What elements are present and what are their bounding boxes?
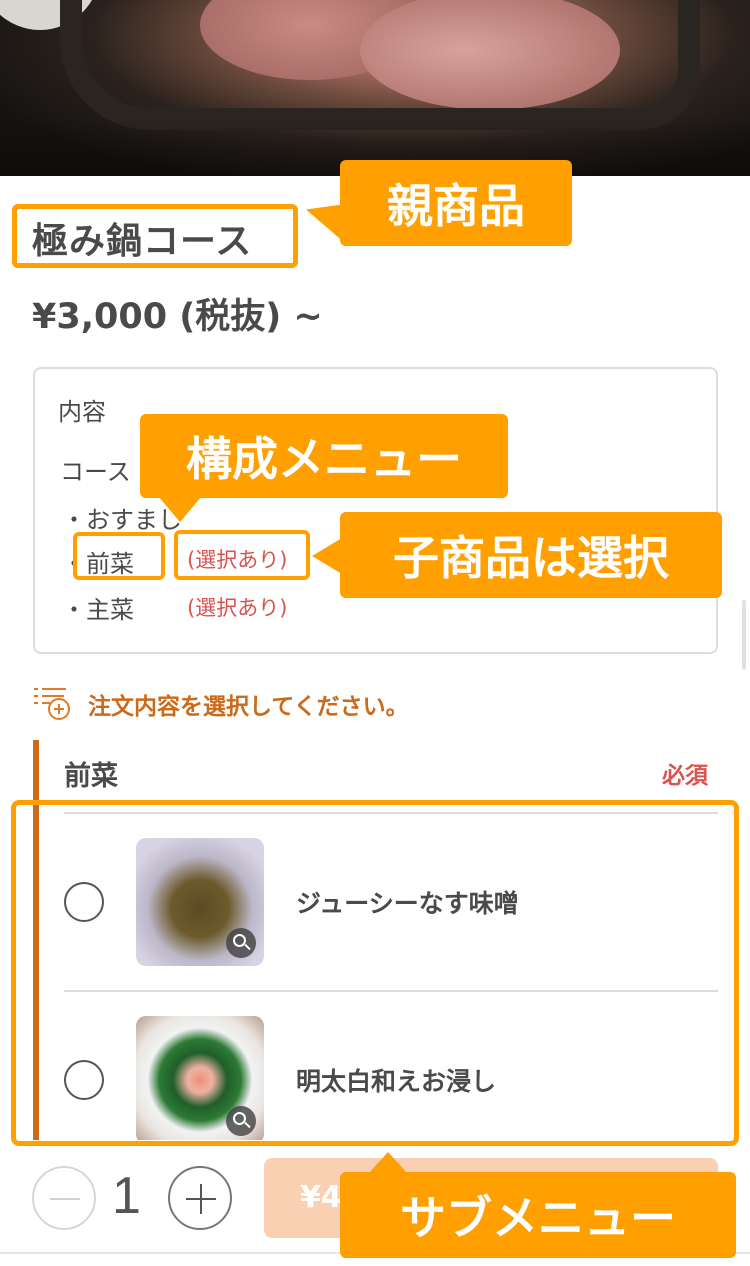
- selectable-note: (選択あり): [187, 596, 288, 620]
- annotation-parent-product: 親商品: [340, 160, 572, 246]
- scrollbar[interactable]: [742, 600, 746, 670]
- product-price: ¥3,000 (税抜) ~: [32, 297, 323, 337]
- contents-item: ・主菜: [62, 596, 134, 624]
- prompt-text: 注文内容を選択してください。: [88, 694, 409, 720]
- annotation-highlight: [12, 204, 298, 268]
- annotation-highlight: [174, 530, 310, 580]
- callout-pointer: [306, 191, 342, 241]
- annotation-highlight: [11, 800, 739, 1146]
- quantity-value: 1: [112, 1167, 141, 1225]
- hero-pot: [60, 0, 700, 130]
- list-add-icon: [34, 686, 72, 722]
- contents-course-label: コース: [60, 458, 131, 486]
- annotation-child-select: 子商品は選択: [340, 512, 722, 598]
- quantity-increment-button[interactable]: [168, 1166, 232, 1230]
- callout-pointer: [312, 538, 342, 574]
- annotation-components: 構成メニュー: [140, 414, 508, 498]
- quantity-decrement-button[interactable]: [32, 1166, 96, 1230]
- product-hero-image: [0, 0, 750, 176]
- required-badge: 必須: [662, 763, 708, 789]
- callout-pointer: [158, 496, 202, 522]
- callout-pointer: [368, 1152, 408, 1174]
- selection-prompt: 注文内容を選択してください。: [34, 686, 409, 722]
- annotation-highlight: [73, 532, 165, 580]
- contents-heading: 内容: [58, 398, 106, 426]
- section-title: 前菜: [64, 761, 118, 792]
- add-button-label: ¥4: [300, 1180, 342, 1215]
- annotation-submenu: サブメニュー: [340, 1172, 736, 1258]
